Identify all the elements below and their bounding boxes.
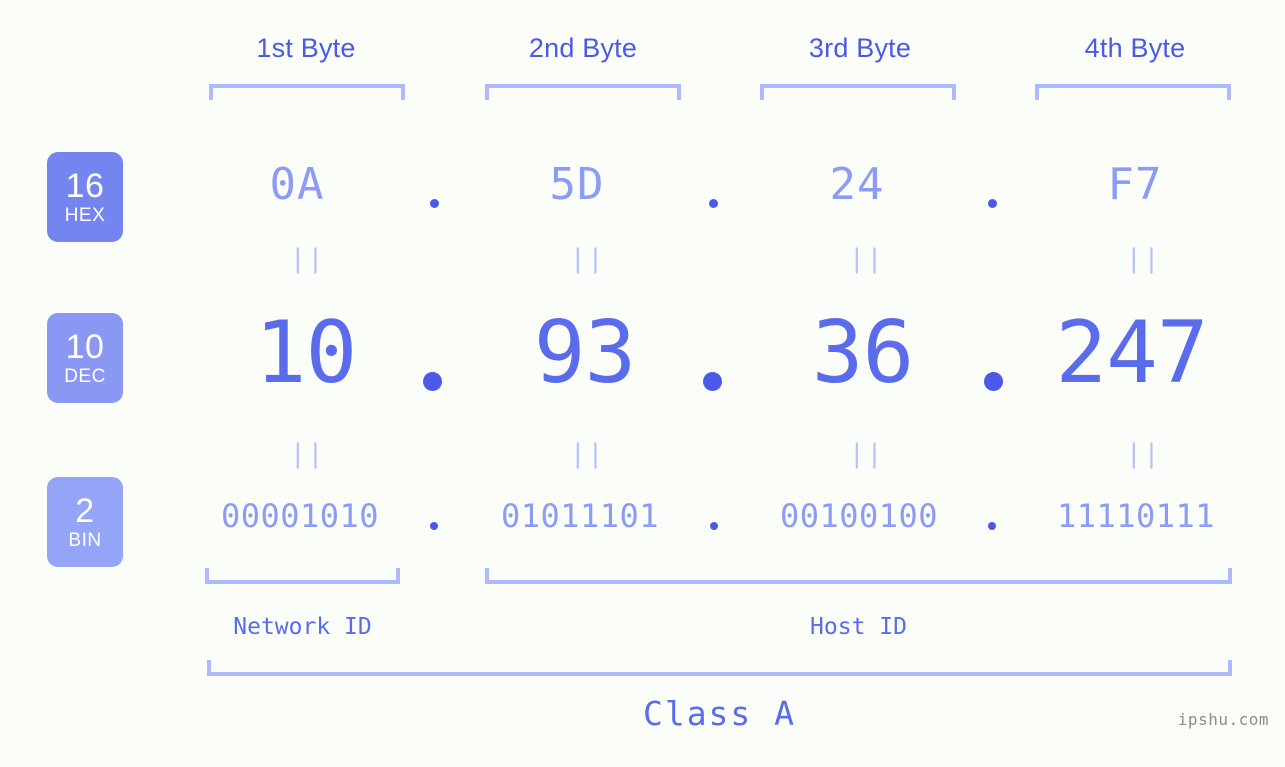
class-bracket (207, 660, 1232, 676)
byte-bracket-3 (760, 84, 956, 100)
bin-byte-4: 11110111 (1056, 497, 1216, 535)
equals-mark-hex-dec-2: || (570, 244, 606, 274)
equals-mark-hex-dec-4: || (1126, 244, 1162, 274)
base-badge-dec-name: DEC (64, 366, 106, 387)
equals-mark-hex-dec-1: || (290, 244, 326, 274)
equals-mark-dec-bin-2: || (570, 439, 606, 469)
dec-byte-3: 36 (811, 303, 915, 403)
base-badge-hex: 16 HEX (47, 152, 123, 242)
site-watermark: ipshu.com (1177, 710, 1269, 729)
base-badge-dec-number: 10 (65, 328, 105, 366)
hex-byte-4: F7 (1107, 159, 1163, 210)
hex-separator-1 (430, 199, 439, 208)
base-badge-bin: 2 BIN (47, 477, 123, 567)
byte-bracket-4 (1035, 84, 1231, 100)
byte-bracket-2 (485, 84, 681, 100)
dec-byte-2: 93 (533, 303, 637, 403)
hex-byte-3: 24 (829, 159, 885, 210)
hex-byte-2: 5D (549, 159, 605, 210)
base-badge-bin-name: BIN (68, 530, 102, 551)
bin-byte-1: 00001010 (220, 497, 380, 535)
equals-mark-dec-bin-3: || (849, 439, 885, 469)
dec-separator-1 (423, 372, 442, 391)
bin-separator-1 (430, 522, 438, 530)
equals-mark-dec-bin-4: || (1126, 439, 1162, 469)
byte-header-2: 2nd Byte (528, 33, 638, 63)
bin-byte-3: 00100100 (779, 497, 939, 535)
hex-separator-3 (988, 199, 997, 208)
equals-mark-dec-bin-1: || (290, 439, 326, 469)
hex-separator-2 (709, 199, 718, 208)
byte-header-1: 1st Byte (256, 33, 356, 63)
byte-bracket-1 (209, 84, 405, 100)
bin-byte-2: 01011101 (500, 497, 660, 535)
dec-separator-2 (703, 372, 722, 391)
base-badge-hex-number: 16 (65, 167, 105, 205)
network-id-label: Network ID (233, 614, 372, 640)
dec-separator-3 (984, 372, 1003, 391)
class-label: Class A (642, 694, 797, 733)
network-id-bracket (205, 568, 400, 584)
dec-byte-1: 10 (254, 303, 358, 403)
ip-address-breakdown-diagram: 1st Byte 2nd Byte 3rd Byte 4th Byte 16 H… (0, 0, 1285, 767)
base-badge-hex-name: HEX (64, 205, 106, 226)
byte-header-3: 3rd Byte (808, 33, 912, 63)
host-id-label: Host ID (810, 614, 907, 640)
hex-byte-1: 0A (269, 159, 325, 210)
byte-header-4: 4th Byte (1084, 33, 1186, 63)
base-badge-bin-number: 2 (75, 492, 95, 530)
bin-separator-2 (710, 522, 718, 530)
equals-mark-hex-dec-3: || (849, 244, 885, 274)
host-id-bracket (485, 568, 1232, 584)
bin-separator-3 (988, 522, 996, 530)
base-badge-dec: 10 DEC (47, 313, 123, 403)
dec-byte-4: 247 (1055, 303, 1208, 403)
